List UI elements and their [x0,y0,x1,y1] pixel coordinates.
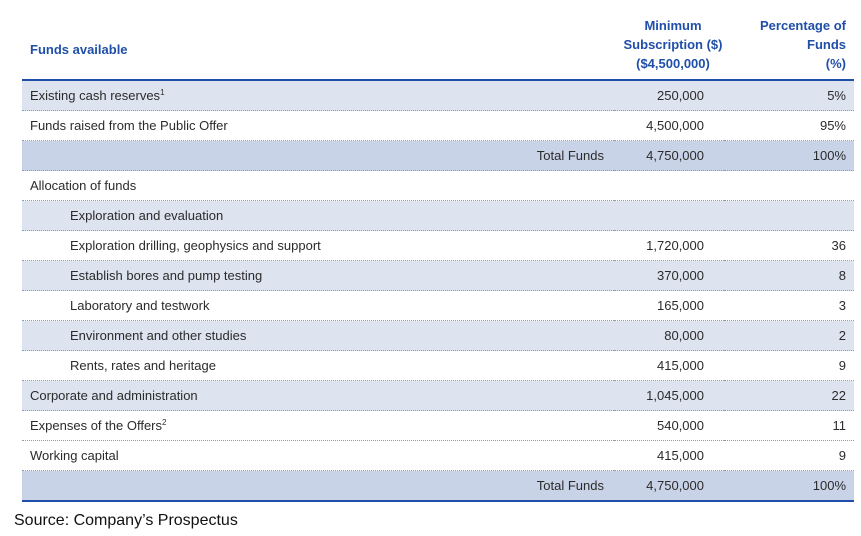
row-amount: 4,500,000 [614,110,724,141]
row-percentage [724,170,854,201]
row-percentage: 9 [724,440,854,471]
table-row-environment-studies: Environment and other studies 80,000 2 [22,320,854,351]
row-percentage: 3 [724,290,854,321]
row-amount: 250,000 [614,80,724,111]
row-amount: 415,000 [614,350,724,381]
header-min-line2: Subscription ($) [623,37,723,52]
row-amount: 540,000 [614,410,724,441]
header-pct-line2: Funds [807,37,846,52]
row-percentage: 2 [724,320,854,351]
row-label: Environment and other studies [22,320,614,351]
header-percentage-of-funds: Percentage of Funds (%) [724,0,854,80]
table-row-exploration-evaluation: Exploration and evaluation [22,200,854,231]
row-percentage: 95% [724,110,854,141]
table-row-bores-pump-testing: Establish bores and pump testing 370,000… [22,260,854,291]
row-percentage: 36 [724,230,854,261]
table-row-expenses-of-offers: Expenses of the Offers2 540,000 11 [22,410,854,441]
use-of-funds-table: Funds available Minimum Subscription ($)… [22,0,854,502]
header-min-line1: Minimum [644,18,702,33]
row-label: Funds raised from the Public Offer [22,110,614,141]
header-minimum-subscription: Minimum Subscription ($) ($4,500,000) [614,0,724,80]
header-pct-line1: Percentage of [760,18,846,33]
row-amount: 4,750,000 [614,470,724,502]
row-label: Exploration and evaluation [22,200,614,231]
row-amount: 1,045,000 [614,380,724,411]
table-row-rents-rates-heritage: Rents, rates and heritage 415,000 9 [22,350,854,381]
row-amount: 165,000 [614,290,724,321]
header-min-line3: ($4,500,000) [636,56,710,71]
row-label: Rents, rates and heritage [22,350,614,381]
row-percentage: 8 [724,260,854,291]
table-row-corporate-administration: Corporate and administration 1,045,000 2… [22,380,854,411]
row-label: Corporate and administration [22,380,614,411]
row-label: Laboratory and testwork [22,290,614,321]
row-label: Exploration drilling, geophysics and sup… [22,230,614,261]
row-label: Total Funds [22,470,614,502]
row-percentage: 5% [724,80,854,111]
row-label: Existing cash reserves1 [22,80,614,111]
table-row-existing-cash: Existing cash reserves1 250,000 5% [22,80,854,111]
table-row-total-funds-final: Total Funds 4,750,000 100% [22,470,854,502]
funds-table-container: Funds available Minimum Subscription ($)… [22,0,854,502]
row-amount [614,200,724,231]
row-percentage [724,200,854,231]
footnote-marker: 2 [162,418,167,427]
table-row-exploration-drilling: Exploration drilling, geophysics and sup… [22,230,854,261]
source-note: Source: Company’s Prospectus [14,512,238,529]
row-percentage: 100% [724,470,854,502]
header-funds-available: Funds available [30,42,128,57]
row-amount: 370,000 [614,260,724,291]
table-row-working-capital: Working capital 415,000 9 [22,440,854,471]
footnote-marker: 1 [160,88,165,97]
row-amount [614,170,724,201]
row-label: Establish bores and pump testing [22,260,614,291]
table-header-row: Funds available Minimum Subscription ($)… [22,0,854,80]
row-label: Expenses of the Offers2 [22,410,614,441]
table-row-public-offer: Funds raised from the Public Offer 4,500… [22,110,854,141]
row-label: Working capital [22,440,614,471]
row-amount: 415,000 [614,440,724,471]
table-row-laboratory-testwork: Laboratory and testwork 165,000 3 [22,290,854,321]
row-percentage: 9 [724,350,854,381]
table-row-allocation-heading: Allocation of funds [22,170,854,201]
row-amount: 4,750,000 [614,140,724,171]
row-label: Allocation of funds [22,170,614,201]
row-percentage: 100% [724,140,854,171]
row-amount: 1,720,000 [614,230,724,261]
table-row-total-funds: Total Funds 4,750,000 100% [22,140,854,171]
row-percentage: 22 [724,380,854,411]
header-pct-line3: (%) [825,56,846,71]
row-amount: 80,000 [614,320,724,351]
row-percentage: 11 [724,410,854,441]
row-label: Total Funds [22,140,614,171]
